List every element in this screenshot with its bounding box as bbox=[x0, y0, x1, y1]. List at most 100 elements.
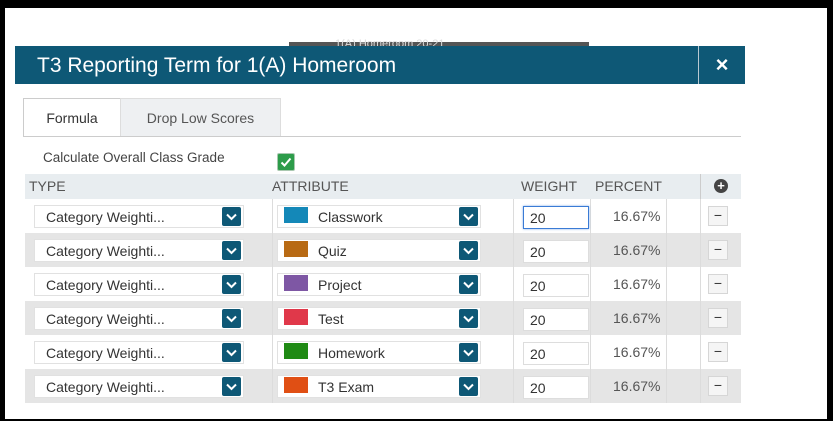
type-select[interactable]: Category Weighti... bbox=[34, 239, 244, 262]
attribute-select[interactable]: Quiz bbox=[277, 239, 481, 262]
column-divider bbox=[590, 369, 591, 403]
remove-row-button[interactable]: − bbox=[708, 240, 728, 260]
remove-row-button[interactable]: − bbox=[708, 206, 728, 226]
close-icon: × bbox=[715, 52, 729, 77]
type-select-value: Category Weighti... bbox=[46, 209, 165, 225]
type-select-value: Category Weighti... bbox=[46, 311, 165, 327]
attribute-select[interactable]: Test bbox=[277, 307, 481, 330]
tab-formula[interactable]: Formula bbox=[23, 98, 121, 136]
type-select-value: Category Weighti... bbox=[46, 277, 165, 293]
weight-input[interactable] bbox=[523, 342, 589, 365]
add-row-button[interactable]: + bbox=[714, 179, 728, 193]
attribute-select[interactable]: Homework bbox=[277, 341, 481, 364]
column-divider bbox=[272, 335, 273, 369]
column-divider bbox=[272, 369, 273, 403]
remove-row-button[interactable]: − bbox=[708, 376, 728, 396]
weight-input[interactable] bbox=[523, 274, 589, 297]
column-divider bbox=[700, 335, 701, 369]
screen: 1(A) Homeroom 20-21 T3 Reporting Term fo… bbox=[5, 8, 827, 419]
column-divider bbox=[666, 199, 667, 233]
column-divider bbox=[513, 301, 514, 335]
type-select[interactable]: Category Weighti... bbox=[34, 273, 244, 296]
weight-input[interactable] bbox=[523, 240, 589, 263]
remove-row-button[interactable]: − bbox=[708, 274, 728, 294]
table-row: Category Weighti... Classwork 16.67% − bbox=[25, 199, 741, 233]
column-divider bbox=[513, 267, 514, 301]
column-divider bbox=[700, 199, 701, 233]
column-divider bbox=[513, 335, 514, 369]
percent-column-header: PERCENT bbox=[595, 178, 662, 194]
attribute-select[interactable]: Project bbox=[277, 273, 481, 296]
column-divider bbox=[513, 369, 514, 403]
column-divider bbox=[272, 267, 273, 301]
attribute-select[interactable]: Classwork bbox=[277, 205, 481, 228]
attribute-select-value: Homework bbox=[318, 345, 385, 361]
type-select-value: Category Weighti... bbox=[46, 379, 165, 395]
category-color-swatch bbox=[284, 241, 308, 257]
type-select-value: Category Weighti... bbox=[46, 345, 165, 361]
column-divider bbox=[272, 233, 273, 267]
chevron-down-icon[interactable] bbox=[459, 207, 478, 226]
type-select[interactable]: Category Weighti... bbox=[34, 341, 244, 364]
category-color-swatch bbox=[284, 377, 308, 393]
attribute-select[interactable]: T3 Exam bbox=[277, 375, 481, 398]
attribute-select-value: Quiz bbox=[318, 243, 347, 259]
type-select[interactable]: Category Weighti... bbox=[34, 205, 244, 228]
column-divider bbox=[513, 233, 514, 267]
remove-row-button[interactable]: − bbox=[708, 308, 728, 328]
add-row-cell: + bbox=[700, 174, 742, 199]
dialog-title: T3 Reporting Term for 1(A) Homeroom bbox=[37, 54, 397, 77]
chevron-down-icon[interactable] bbox=[459, 275, 478, 294]
formula-table-body: Category Weighti... Classwork 16.67% − C… bbox=[25, 199, 741, 403]
type-select[interactable]: Category Weighti... bbox=[34, 307, 244, 330]
chevron-down-icon[interactable] bbox=[222, 343, 241, 362]
chevron-down-icon[interactable] bbox=[222, 309, 241, 328]
column-divider bbox=[700, 369, 701, 403]
table-row: Category Weighti... Project 16.67% − bbox=[25, 267, 741, 301]
tab-divider bbox=[23, 136, 741, 137]
percent-value: 16.67% bbox=[613, 378, 661, 394]
column-divider bbox=[272, 301, 273, 335]
chevron-down-icon[interactable] bbox=[222, 207, 241, 226]
column-divider bbox=[590, 233, 591, 267]
column-divider bbox=[590, 301, 591, 335]
reporting-term-dialog: T3 Reporting Term for 1(A) Homeroom × Fo… bbox=[15, 46, 745, 419]
chevron-down-icon[interactable] bbox=[222, 377, 241, 396]
column-divider bbox=[666, 267, 667, 301]
weight-input[interactable] bbox=[523, 376, 589, 399]
attribute-column-header: ATTRIBUTE bbox=[272, 178, 349, 194]
remove-row-button[interactable]: − bbox=[708, 342, 728, 362]
chevron-down-icon[interactable] bbox=[459, 377, 478, 396]
calculate-overall-label: Calculate Overall Class Grade bbox=[43, 150, 225, 165]
table-header: TYPE ATTRIBUTE WEIGHT PERCENT + bbox=[25, 174, 741, 199]
weight-input[interactable] bbox=[523, 308, 589, 331]
column-divider bbox=[272, 199, 273, 233]
column-divider bbox=[590, 267, 591, 301]
tab-drop-low-scores[interactable]: Drop Low Scores bbox=[120, 98, 281, 137]
close-button[interactable]: × bbox=[698, 46, 745, 84]
chevron-down-icon[interactable] bbox=[459, 309, 478, 328]
chevron-down-icon[interactable] bbox=[222, 241, 241, 260]
column-divider bbox=[700, 301, 701, 335]
type-column-header: TYPE bbox=[29, 178, 66, 194]
column-divider bbox=[666, 301, 667, 335]
category-color-swatch bbox=[284, 343, 308, 359]
attribute-select-value: Test bbox=[318, 311, 344, 327]
chevron-down-icon[interactable] bbox=[459, 241, 478, 260]
table-row: Category Weighti... Test 16.67% − bbox=[25, 301, 741, 335]
table-row: Category Weighti... Homework 16.67% − bbox=[25, 335, 741, 369]
type-select[interactable]: Category Weighti... bbox=[34, 375, 244, 398]
chevron-down-icon[interactable] bbox=[459, 343, 478, 362]
percent-value: 16.67% bbox=[613, 276, 661, 292]
type-select-value: Category Weighti... bbox=[46, 243, 165, 259]
column-divider bbox=[666, 233, 667, 267]
table-row: Category Weighti... T3 Exam 16.67% − bbox=[25, 369, 741, 403]
chevron-down-icon[interactable] bbox=[222, 275, 241, 294]
category-color-swatch bbox=[284, 309, 308, 325]
calculate-overall-checkbox[interactable] bbox=[277, 153, 295, 171]
column-divider bbox=[700, 267, 701, 301]
category-color-swatch bbox=[284, 207, 308, 223]
weight-input[interactable] bbox=[523, 206, 589, 229]
check-icon bbox=[280, 157, 292, 167]
attribute-select-value: Classwork bbox=[318, 209, 383, 225]
